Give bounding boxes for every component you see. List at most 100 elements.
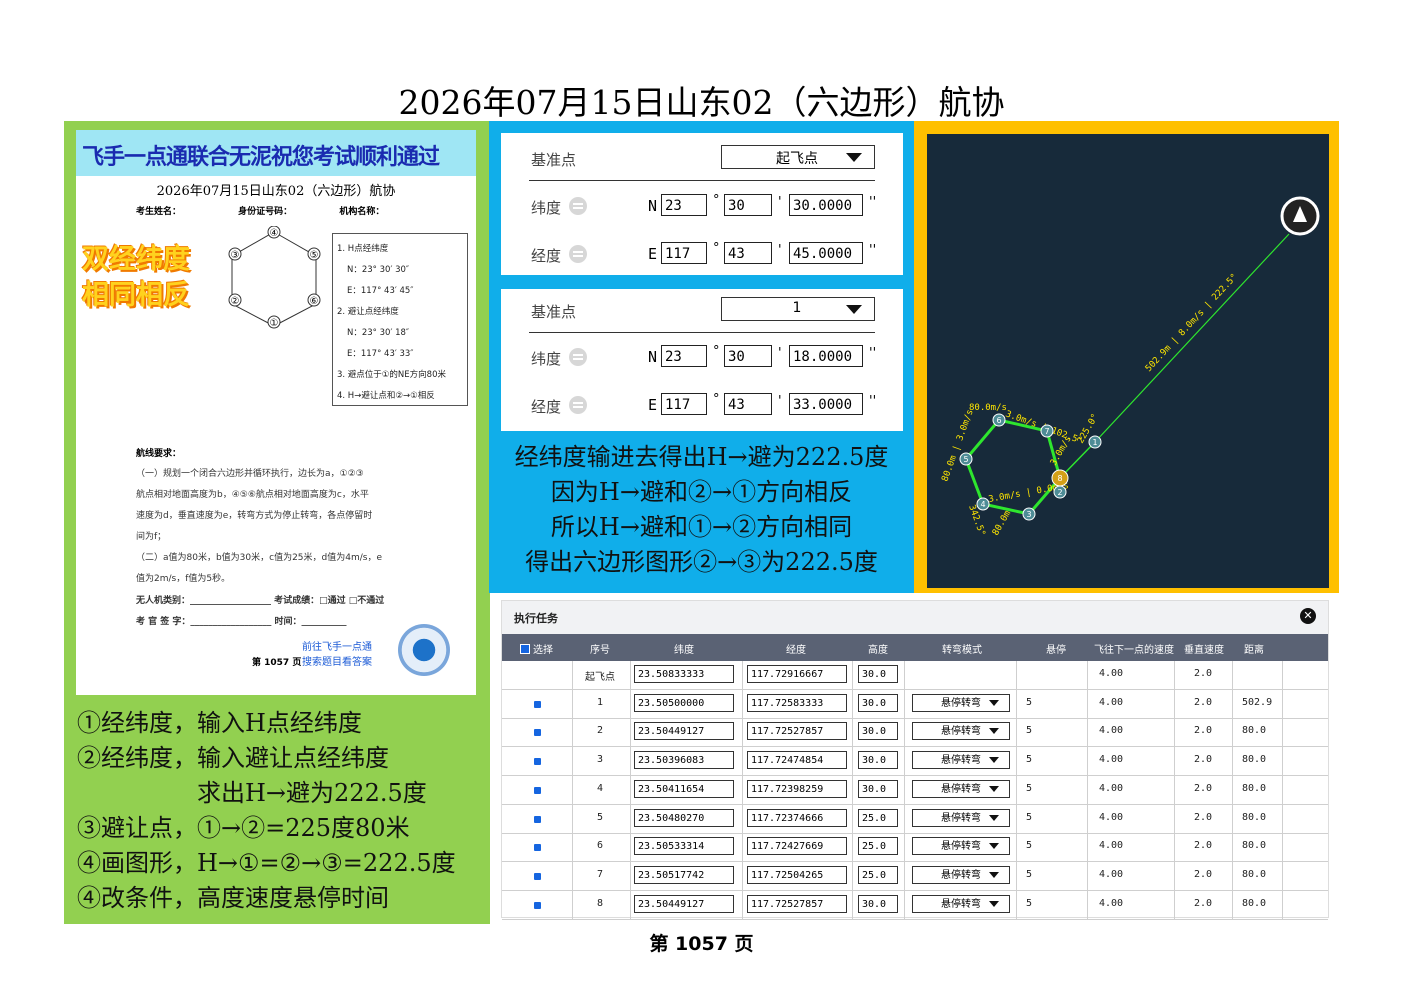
cell-turn-mode-select[interactable]: 悬停转弯 — [912, 865, 1010, 884]
latitude-minutes-input[interactable]: 30 — [724, 345, 772, 367]
cell-vspeed[interactable]: 2.0 — [1194, 898, 1212, 909]
latitude-minutes-input[interactable]: 30 — [724, 194, 772, 216]
toggle-icon[interactable] — [569, 197, 587, 215]
longitude-degrees-input[interactable]: 117 — [661, 393, 707, 415]
waypoint-2[interactable]: 2 — [1057, 488, 1062, 497]
cell-altitude-input[interactable]: 25.0 — [858, 865, 898, 884]
table-row[interactable]: 7 23.50517742 117.72504265 25.0 悬停转弯 5 4.00 2.0… — [502, 861, 1328, 891]
cell-vspeed[interactable]: 2.0 — [1194, 754, 1212, 765]
table-row[interactable]: 3 23.50396083 117.72474854 30.0 悬停转弯 5 4.00 2.0… — [502, 747, 1328, 777]
row-checkbox[interactable] — [534, 758, 541, 766]
cell-latitude-input[interactable]: 23.50396083 — [634, 751, 734, 770]
cell-altitude-input[interactable]: 30.0 — [858, 693, 898, 712]
cell-longitude-input[interactable]: 117.72916667 — [747, 665, 847, 683]
cell-speed[interactable]: 4.00 — [1099, 869, 1123, 880]
cell-latitude-input[interactable]: 23.50833333 — [634, 665, 734, 683]
longitude-seconds-input[interactable]: 33.0000 — [789, 393, 863, 415]
cell-altitude-input[interactable]: 30.0 — [858, 722, 898, 741]
cell-hover[interactable]: 5 — [1026, 725, 1032, 736]
cell-hover[interactable]: 5 — [1026, 783, 1032, 794]
cell-speed[interactable]: 4.00 — [1099, 725, 1123, 736]
waypoint-3[interactable]: 3 — [1026, 510, 1031, 519]
waypoint-1[interactable]: 1 — [1092, 438, 1097, 447]
cell-latitude-input[interactable]: 23.50517742 — [634, 865, 734, 884]
cell-speed[interactable]: 4.00 — [1099, 754, 1123, 765]
cell-turn-mode-select[interactable]: 悬停转弯 — [912, 894, 1010, 913]
cell-longitude-input[interactable]: 117.72527857 — [747, 722, 847, 741]
table-row[interactable]: 2 23.50449127 117.72527857 30.0 悬停转弯 5 4.00 2.0… — [502, 718, 1328, 748]
cell-vspeed[interactable]: 2.0 — [1194, 697, 1212, 708]
waypoint-5[interactable]: 5 — [963, 455, 968, 464]
row-checkbox[interactable] — [534, 786, 541, 794]
cell-hover[interactable]: 5 — [1026, 898, 1032, 909]
select-all-checkbox[interactable] — [520, 644, 530, 654]
longitude-minutes-input[interactable]: 43 — [724, 393, 772, 415]
cell-longitude-input[interactable]: 117.72474854 — [747, 751, 847, 770]
cell-longitude-input[interactable]: 117.72374666 — [747, 808, 847, 827]
base-point-select[interactable]: 起飞点 — [721, 145, 875, 169]
cell-turn-mode-select[interactable]: 悬停转弯 — [912, 751, 1010, 770]
cell-speed[interactable]: 4.00 — [1099, 840, 1123, 851]
cell-latitude-input[interactable]: 23.50533314 — [634, 837, 734, 856]
cell-hover[interactable]: 5 — [1026, 697, 1032, 708]
cell-hover[interactable]: 5 — [1026, 869, 1032, 880]
cell-altitude-input[interactable]: 30.0 — [858, 894, 898, 913]
latitude-degrees-input[interactable]: 23 — [661, 345, 707, 367]
longitude-degrees-input[interactable]: 117 — [661, 242, 707, 264]
cell-speed[interactable]: 4.00 — [1099, 812, 1123, 823]
cell-longitude-input[interactable]: 117.72583333 — [747, 693, 847, 712]
waypoint-4[interactable]: 4 — [980, 500, 985, 509]
cell-longitude-input[interactable]: 117.72504265 — [747, 865, 847, 884]
cell-turn-mode-select[interactable]: 悬停转弯 — [912, 722, 1010, 741]
latitude-degrees-input[interactable]: 23 — [661, 194, 707, 216]
cell-latitude-input[interactable]: 23.50449127 — [634, 722, 734, 741]
row-checkbox[interactable] — [534, 700, 541, 708]
cell-latitude-input[interactable]: 23.50411654 — [634, 779, 734, 798]
toggle-icon[interactable] — [569, 245, 587, 263]
cell-hover[interactable]: 5 — [1026, 840, 1032, 851]
row-checkbox[interactable] — [534, 844, 541, 852]
cell-vspeed[interactable]: 2.0 — [1194, 725, 1212, 736]
toggle-icon[interactable] — [569, 396, 587, 414]
latitude-seconds-input[interactable]: 18.0000 — [789, 345, 863, 367]
close-icon[interactable]: ✕ — [1300, 608, 1316, 624]
cell-speed[interactable]: 4.00 — [1099, 697, 1123, 708]
cell-vspeed[interactable]: 2.0 — [1194, 840, 1212, 851]
cell-longitude-input[interactable]: 117.72398259 — [747, 779, 847, 798]
table-row[interactable]: 起飞点 23.50833333 117.72916667 30.0 4.00 2.0 — [502, 661, 1328, 690]
cell-altitude-input[interactable]: 30.0 — [858, 665, 898, 683]
cell-latitude-input[interactable]: 23.50480270 — [634, 808, 734, 827]
cell-latitude-input[interactable]: 23.50449127 — [634, 894, 734, 913]
cell-altitude-input[interactable]: 30.0 — [858, 779, 898, 798]
cell-altitude-input[interactable]: 25.0 — [858, 837, 898, 856]
table-row[interactable]: 6 23.50533314 117.72427669 25.0 悬停转弯 5 4.00 2.0… — [502, 833, 1328, 863]
cell-turn-mode-select[interactable]: 悬停转弯 — [912, 779, 1010, 798]
waypoint-7[interactable]: 7 — [1044, 427, 1049, 436]
cell-longitude-input[interactable]: 117.72527857 — [747, 894, 847, 913]
longitude-minutes-input[interactable]: 43 — [724, 242, 772, 264]
row-checkbox[interactable] — [534, 901, 541, 909]
row-checkbox[interactable] — [534, 872, 541, 880]
waypoint-6[interactable]: 6 — [996, 416, 1001, 425]
cell-turn-mode-select[interactable]: 悬停转弯 — [912, 808, 1010, 827]
waypoint-8[interactable]: 8 — [1057, 474, 1062, 483]
longitude-seconds-input[interactable]: 45.0000 — [789, 242, 863, 264]
cell-vspeed[interactable]: 2.0 — [1194, 812, 1212, 823]
table-row[interactable]: 8 23.50449127 117.72527857 30.0 悬停转弯 5 4.00 2.0… — [502, 890, 1328, 920]
table-row[interactable]: 4 23.50411654 117.72398259 30.0 悬停转弯 5 4.00 2.0… — [502, 775, 1328, 805]
cell-speed[interactable]: 4.00 — [1099, 783, 1123, 794]
flight-map[interactable]: 502.9m | 8.0m/s | 222.5° 225.0° 80.0m/s … — [927, 134, 1329, 588]
cell-longitude-input[interactable]: 117.72427669 — [747, 837, 847, 856]
cell-hover[interactable]: 5 — [1026, 754, 1032, 765]
cell-altitude-input[interactable]: 25.0 — [858, 808, 898, 827]
cell-speed[interactable]: 4.00 — [1099, 668, 1123, 679]
cell-vspeed[interactable]: 2.0 — [1194, 783, 1212, 794]
header-select[interactable]: 选择 — [520, 641, 553, 656]
cell-hover[interactable]: 5 — [1026, 812, 1032, 823]
table-row[interactable]: 5 23.50480270 117.72374666 25.0 悬停转弯 5 4.00 2.0… — [502, 804, 1328, 834]
cell-speed[interactable]: 4.00 — [1099, 898, 1123, 909]
latitude-seconds-input[interactable]: 30.0000 — [789, 194, 863, 216]
cell-vspeed[interactable]: 2.0 — [1194, 668, 1212, 679]
toggle-icon[interactable] — [569, 348, 587, 366]
base-point-select[interactable]: 1 — [721, 297, 875, 321]
